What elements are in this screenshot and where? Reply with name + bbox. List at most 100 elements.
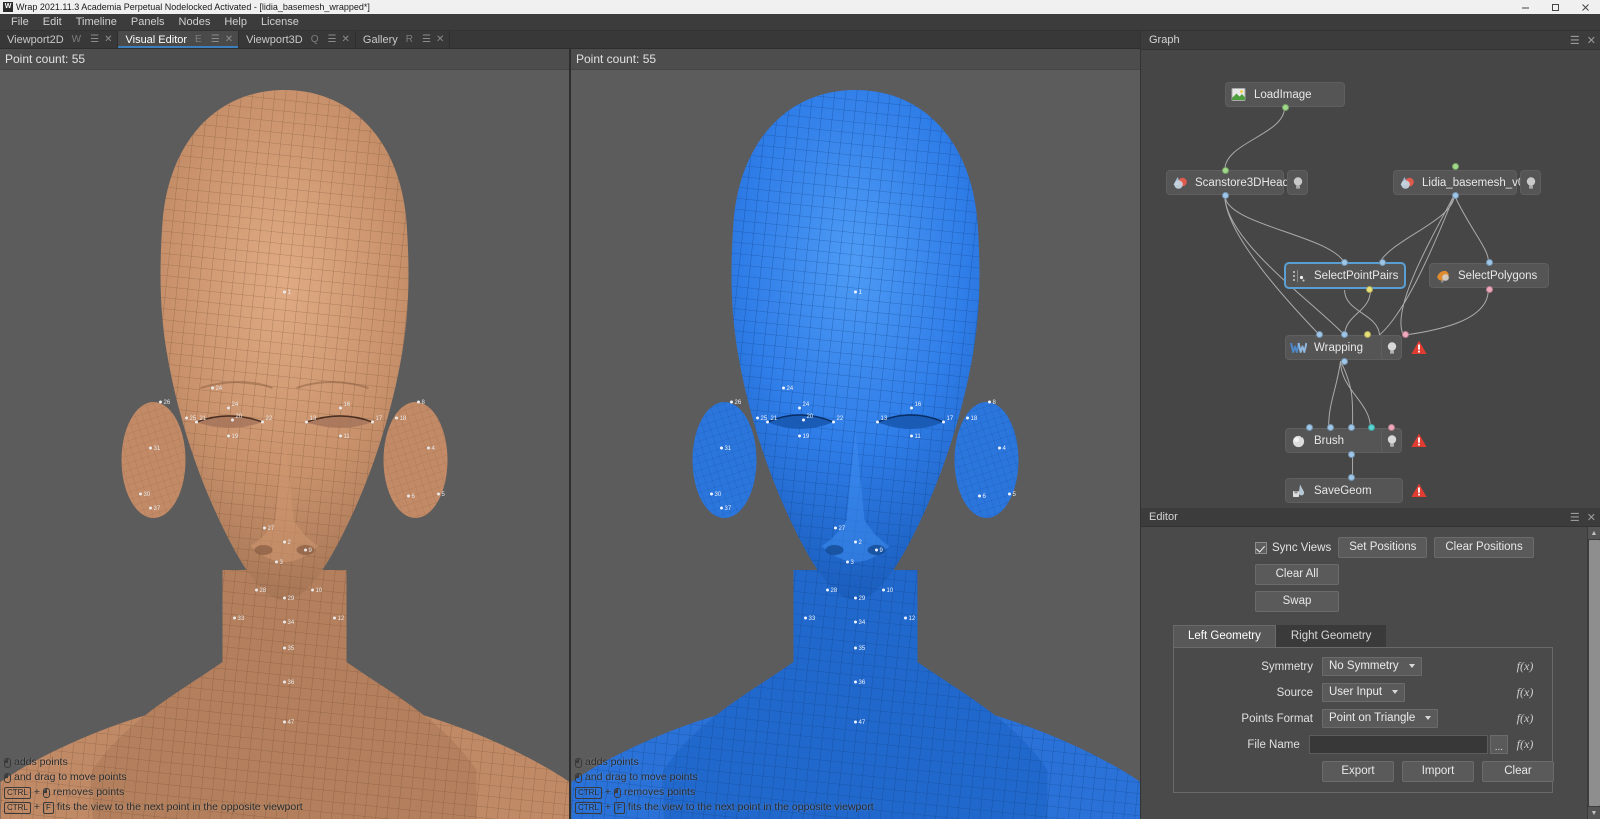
f-key: F <box>43 802 54 814</box>
port-out[interactable] <box>1341 358 1348 365</box>
file-name-input[interactable] <box>1309 735 1488 754</box>
menu-edit[interactable]: Edit <box>36 14 69 31</box>
tab-gallery[interactable]: Gallery R ☰✕ <box>356 31 450 48</box>
menu-nodes[interactable]: Nodes <box>172 14 218 31</box>
clear-positions-button[interactable]: Clear Positions <box>1434 537 1533 558</box>
fx-icon-points-format[interactable]: f(x) <box>1508 711 1542 726</box>
scan-head-viewport[interactable]: Point count: 55 <box>0 49 569 819</box>
tab-viewport3d[interactable]: Viewport3D Q ☰✕ <box>239 31 356 48</box>
svg-text:30: 30 <box>143 492 150 498</box>
port-in[interactable] <box>1348 474 1355 481</box>
tab-left-geometry[interactable]: Left Geometry <box>1173 625 1276 647</box>
tab-right-geometry[interactable]: Right Geometry <box>1276 625 1387 647</box>
svg-text:24: 24 <box>215 386 222 392</box>
maximize-icon[interactable] <box>1540 0 1570 14</box>
warning-icon-brush[interactable] <box>1411 433 1427 449</box>
tab-viewport2d[interactable]: Viewport2D W ☰✕ <box>0 31 118 48</box>
symmetry-dropdown[interactable]: No Symmetry <box>1322 657 1422 676</box>
menu-panels[interactable]: Panels <box>124 14 172 31</box>
symmetry-label: Symmetry <box>1174 661 1322 673</box>
close-icon[interactable]: ✕ <box>104 34 112 45</box>
import-button[interactable]: Import <box>1402 761 1474 782</box>
fx-icon-symmetry[interactable]: f(x) <box>1508 659 1542 674</box>
help-line: CTRL+removes points <box>575 785 874 800</box>
menu-timeline[interactable]: Timeline <box>69 14 124 31</box>
port-in[interactable] <box>1368 424 1375 431</box>
warning-icon-savegeom[interactable] <box>1411 483 1427 499</box>
hamburger-icon[interactable]: ☰ <box>328 34 337 45</box>
port-out[interactable] <box>1452 192 1459 199</box>
tab-visual-editor[interactable]: Visual Editor E ☰✕ <box>118 31 239 48</box>
points-format-dropdown[interactable]: Point on Triangle <box>1322 709 1438 728</box>
graph-canvas[interactable]: LoadImage Scanstore3DHead <box>1141 50 1600 508</box>
port-in[interactable] <box>1316 331 1323 338</box>
menu-help[interactable]: Help <box>217 14 254 31</box>
port-out[interactable] <box>1348 451 1355 458</box>
node-savegeom[interactable]: SaveGeom <box>1285 478 1403 503</box>
node-brush[interactable]: Brush <box>1285 428 1395 453</box>
symmetry-value: No Symmetry <box>1329 660 1399 672</box>
port-in[interactable] <box>1341 331 1348 338</box>
scroll-up-icon[interactable]: ▲ <box>1588 527 1600 539</box>
close-icon[interactable]: ✕ <box>1587 34 1596 47</box>
hamburger-icon[interactable]: ☰ <box>211 34 220 45</box>
scrollbar-thumb[interactable] <box>1589 540 1600 806</box>
mouse-icon <box>4 773 11 783</box>
port-out[interactable] <box>1222 192 1229 199</box>
port-out[interactable] <box>1366 286 1373 293</box>
close-icon[interactable]: ✕ <box>342 34 350 45</box>
hamburger-icon[interactable]: ☰ <box>1570 511 1580 524</box>
port-in[interactable] <box>1306 424 1313 431</box>
svg-text:31: 31 <box>153 446 160 452</box>
port-in[interactable] <box>1379 259 1386 266</box>
sync-views-checkbox[interactable]: Sync Views <box>1255 542 1331 554</box>
hamburger-icon[interactable]: ☰ <box>90 34 99 45</box>
swap-button[interactable]: Swap <box>1255 591 1339 612</box>
browse-button[interactable]: ... <box>1490 735 1508 754</box>
close-icon[interactable]: ✕ <box>1587 511 1596 524</box>
editor-scrollbar[interactable]: ▲ ▼ <box>1587 527 1600 819</box>
menu-license[interactable]: License <box>254 14 306 31</box>
port-in[interactable] <box>1222 167 1229 174</box>
graph-panel-title: Graph <box>1149 34 1570 46</box>
geometry-icon <box>1171 174 1188 191</box>
scroll-down-icon[interactable]: ▼ <box>1588 807 1600 819</box>
fx-icon-file-name[interactable]: f(x) <box>1508 737 1542 752</box>
node-selectpolygons[interactable]: SelectPolygons <box>1429 263 1549 288</box>
bulb-wrapping[interactable] <box>1381 335 1402 360</box>
hamburger-icon[interactable]: ☰ <box>1570 34 1580 47</box>
node-selectpointpairs[interactable]: SelectPointPairs <box>1285 263 1405 288</box>
svg-text:35: 35 <box>858 646 865 652</box>
set-positions-button[interactable]: Set Positions <box>1338 537 1427 558</box>
bulb-brush[interactable] <box>1381 428 1402 453</box>
basemesh-head-viewport[interactable]: Point count: 55 <box>571 49 1140 819</box>
close-icon[interactable] <box>1570 0 1600 14</box>
port-in[interactable] <box>1327 424 1334 431</box>
port-in[interactable] <box>1341 259 1348 266</box>
port-in[interactable] <box>1348 424 1355 431</box>
svg-text:5: 5 <box>1012 492 1016 498</box>
port-in[interactable] <box>1364 331 1371 338</box>
bulb-scanstore3dhead[interactable] <box>1287 170 1308 195</box>
port-in[interactable] <box>1452 163 1459 170</box>
minimize-icon[interactable] <box>1510 0 1540 14</box>
wrapping-icon <box>1290 339 1307 356</box>
port-in[interactable] <box>1486 259 1493 266</box>
close-icon[interactable]: ✕ <box>436 34 444 45</box>
port-in[interactable] <box>1402 331 1409 338</box>
clear-button[interactable]: Clear <box>1482 761 1554 782</box>
close-icon[interactable]: ✕ <box>225 34 233 45</box>
port-out[interactable] <box>1486 286 1493 293</box>
menu-file[interactable]: File <box>4 14 36 31</box>
port-in[interactable] <box>1388 424 1395 431</box>
node-wrapping[interactable]: Wrapping <box>1285 335 1395 360</box>
bulb-lidia-basemesh[interactable] <box>1520 170 1541 195</box>
export-button[interactable]: Export <box>1322 761 1394 782</box>
source-dropdown[interactable]: User Input <box>1322 683 1405 702</box>
warning-icon-wrapping[interactable] <box>1411 340 1427 356</box>
hamburger-icon[interactable]: ☰ <box>422 34 431 45</box>
clear-all-button[interactable]: Clear All <box>1255 564 1339 585</box>
fx-icon-source[interactable]: f(x) <box>1508 685 1542 700</box>
geometry-tabs: Left Geometry Right Geometry <box>1153 625 1575 647</box>
port-out[interactable] <box>1282 104 1289 111</box>
